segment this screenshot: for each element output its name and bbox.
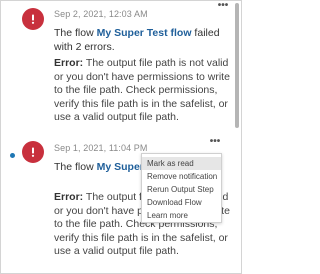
notification-message: The flow My Super Test flow failed with …: [54, 27, 230, 54]
notifications-panel: Sep 2, 2021, 12:03 AM ••• The flow My Su…: [0, 0, 242, 274]
notification-timestamp: Sep 2, 2021, 12:03 AM: [54, 9, 148, 19]
alert-icon: [22, 8, 44, 30]
menu-item-mark-as-read[interactable]: Mark as read: [142, 157, 221, 170]
error-details: Error: The output file path is not valid…: [54, 57, 230, 125]
error-label: Error:: [54, 191, 84, 203]
more-options-button[interactable]: •••: [207, 137, 223, 149]
menu-item-rerun-output-step[interactable]: Rerun Output Step: [142, 183, 221, 196]
menu-item-download-flow[interactable]: Download Flow: [142, 196, 221, 209]
menu-item-learn-more[interactable]: Learn more: [142, 209, 221, 222]
scrollbar[interactable]: [235, 3, 239, 128]
message-prefix: The flow: [54, 27, 97, 39]
error-label: Error:: [54, 57, 84, 69]
notification-timestamp: Sep 1, 2021, 11:04 PM: [54, 143, 148, 153]
more-options-button[interactable]: •••: [215, 1, 231, 13]
flow-link[interactable]: My Super Test flow: [97, 27, 192, 39]
notification-item[interactable]: Sep 2, 2021, 12:03 AM ••• The flow My Su…: [1, 1, 231, 131]
message-prefix: The flow: [54, 161, 97, 173]
menu-item-remove-notification[interactable]: Remove notification: [142, 170, 221, 183]
unread-indicator: [10, 153, 15, 158]
context-menu: Mark as read Remove notification Rerun O…: [141, 153, 222, 223]
alert-icon: [22, 141, 44, 163]
